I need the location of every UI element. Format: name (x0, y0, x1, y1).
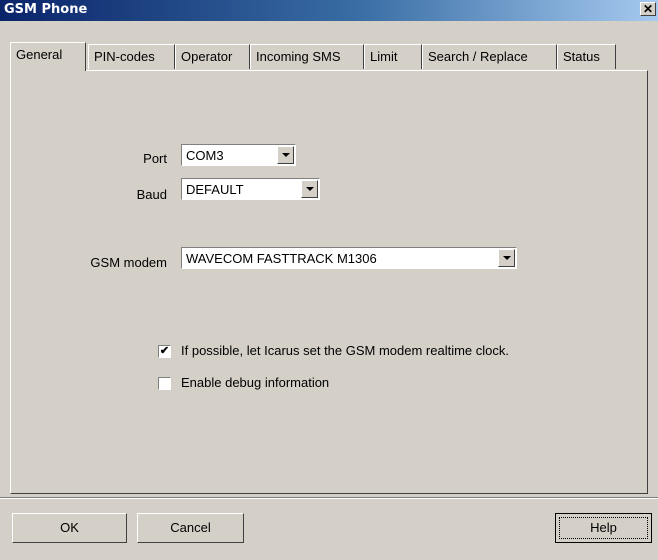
port-value: COM3 (186, 148, 224, 163)
baud-label: Baud (136, 187, 167, 202)
tab-limit[interactable]: Limit (364, 44, 422, 69)
debug-checkbox-label[interactable]: Enable debug information (181, 375, 329, 390)
window-title: GSM Phone (4, 2, 88, 17)
tab-status[interactable]: Status (557, 44, 616, 69)
port-label: Port (143, 151, 167, 166)
debug-checkbox[interactable] (158, 377, 171, 390)
title-bar[interactable]: GSM Phone ✕ (0, 0, 658, 21)
tab-incoming-sms[interactable]: Incoming SMS (250, 44, 364, 69)
baud-select[interactable]: DEFAULT (181, 178, 320, 200)
focus-ring (559, 517, 648, 539)
chevron-down-icon[interactable] (301, 180, 318, 198)
tab-search-replace[interactable]: Search / Replace (422, 44, 557, 69)
baud-value: DEFAULT (186, 182, 244, 197)
help-button[interactable]: Help (555, 513, 652, 543)
tab-general[interactable]: General (10, 42, 86, 71)
checkmark-icon: ✔ (159, 345, 170, 357)
gsm-modem-value: WAVECOM FASTTRACK M1306 (186, 251, 377, 266)
port-select[interactable]: COM3 (181, 144, 296, 166)
gsm-phone-dialog: GSM Phone ✕ General PIN-codes Operator I… (0, 0, 658, 560)
close-button[interactable]: ✕ (640, 2, 656, 16)
general-panel: Port COM3 Baud DEFAULT GSM modem WAVECOM… (10, 70, 648, 494)
chevron-down-icon[interactable] (498, 249, 515, 267)
ok-button[interactable]: OK (12, 513, 127, 543)
gsm-modem-select[interactable]: WAVECOM FASTTRACK M1306 (181, 247, 517, 269)
tab-pin-codes[interactable]: PIN-codes (88, 44, 175, 69)
clock-checkbox[interactable]: ✔ (158, 345, 171, 358)
footer-separator (0, 497, 658, 499)
close-icon: ✕ (642, 2, 654, 16)
gsm-modem-label: GSM modem (90, 255, 167, 270)
cancel-button[interactable]: Cancel (137, 513, 244, 543)
tab-operator[interactable]: Operator (175, 44, 250, 69)
chevron-down-icon[interactable] (277, 146, 294, 164)
clock-checkbox-label[interactable]: If possible, let Icarus set the GSM mode… (181, 343, 509, 358)
